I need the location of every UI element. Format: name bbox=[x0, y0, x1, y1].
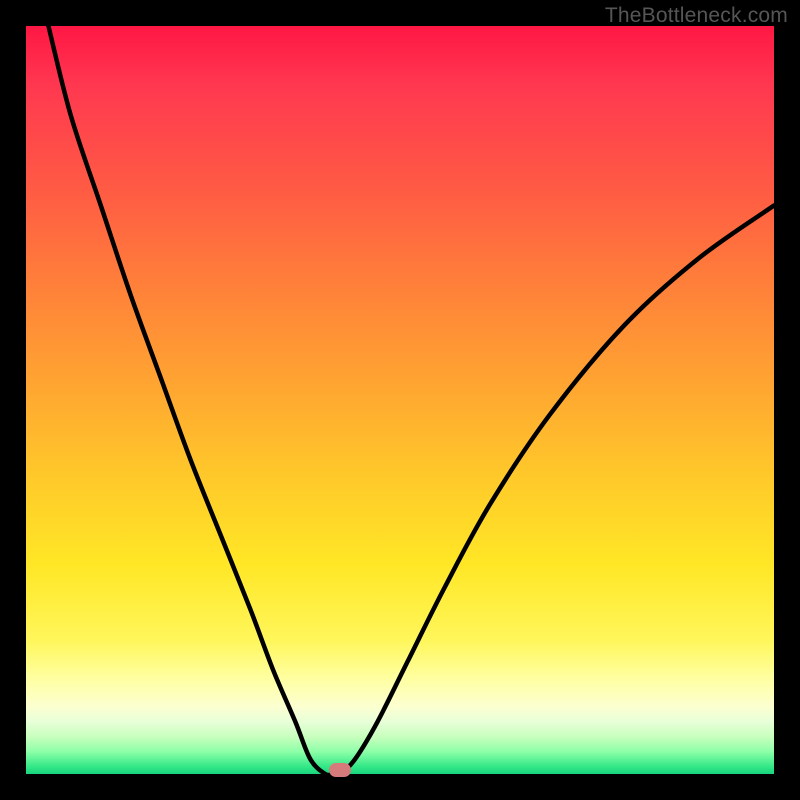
bottleneck-curve bbox=[26, 26, 774, 774]
plot-area bbox=[26, 26, 774, 774]
optimum-marker bbox=[329, 763, 351, 777]
watermark-text: TheBottleneck.com bbox=[605, 4, 788, 28]
